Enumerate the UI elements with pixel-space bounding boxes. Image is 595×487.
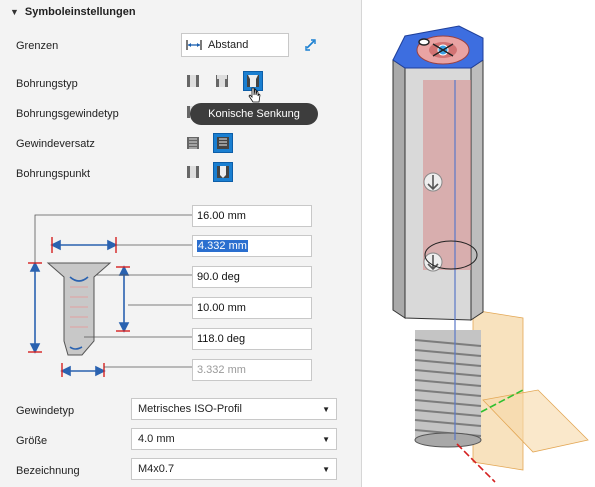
groesse-label: Größe	[16, 435, 48, 447]
countersink-hole-diagram	[28, 214, 193, 377]
thread-offset-icon	[217, 137, 229, 149]
counterbore-icon	[216, 75, 228, 87]
gewindetyp-value: Metrisches ISO-Profil	[138, 403, 242, 415]
direction-arrow-icon[interactable]	[423, 252, 443, 272]
chevron-down-icon: ▼	[322, 435, 330, 444]
grenzen-selector[interactable]: Abstand	[181, 33, 289, 57]
countersink-angle-input[interactable]: 90.0 deg	[192, 266, 312, 288]
angled-point-button[interactable]	[213, 162, 233, 182]
bezeichnung-value: M4x0.7	[138, 463, 175, 475]
distance-icon	[186, 40, 202, 50]
gewindetyp-label: Gewindetyp	[16, 405, 75, 417]
mouse-pointer-icon	[248, 87, 261, 103]
depth-input[interactable]: 16.00 mm	[192, 205, 312, 227]
drill-point-angle-input[interactable]: 118.0 deg	[192, 328, 312, 350]
3d-viewport[interactable]	[363, 0, 595, 487]
angled-point-icon	[217, 166, 229, 178]
bohrungstyp-label: Bohrungstyp	[16, 78, 78, 90]
chevron-down-icon: ▼	[322, 465, 330, 474]
tooltip: Konische Senkung	[190, 103, 318, 125]
section-header-symboleinstellungen[interactable]: ▼ Symboleinstellungen	[0, 0, 362, 24]
flip-direction-icon[interactable]	[304, 38, 318, 52]
bohrungsgewindetyp-label: Bohrungsgewindetyp	[16, 108, 119, 120]
countersink-diameter-input[interactable]: 4.332 mm	[192, 235, 312, 257]
collapse-triangle-icon[interactable]: ▼	[10, 7, 19, 17]
chevron-down-icon: ▼	[322, 405, 330, 414]
groesse-value: 4.0 mm	[138, 433, 175, 445]
thread-offset-button[interactable]	[213, 133, 233, 153]
bohrungspunkt-label: Bohrungspunkt	[16, 168, 90, 180]
grenzen-label: Grenzen	[16, 40, 59, 52]
thread-offset-none-button[interactable]	[183, 133, 203, 153]
hole-diameter-input: 3.332 mm	[192, 359, 312, 381]
simple-hole-button[interactable]	[183, 71, 203, 91]
section-title: Symboleinstellungen	[24, 6, 136, 18]
thread-depth-input[interactable]: 10.00 mm	[192, 297, 312, 319]
grenzen-value: Abstand	[208, 39, 249, 51]
standoff-model	[392, 25, 589, 483]
tooltip-text: Konische Senkung	[208, 108, 300, 120]
counterbore-button[interactable]	[212, 71, 232, 91]
simple-hole-icon	[187, 75, 199, 87]
gewindetyp-dropdown[interactable]: Metrisches ISO-Profil ▼	[131, 398, 337, 420]
groesse-dropdown[interactable]: 4.0 mm ▼	[131, 428, 337, 450]
flat-point-button[interactable]	[183, 162, 203, 182]
gewindeversatz-label: Gewindeversatz	[16, 138, 95, 150]
bezeichnung-label: Bezeichnung	[16, 465, 80, 477]
direction-arrow-icon[interactable]	[423, 172, 443, 192]
flat-point-icon	[187, 166, 199, 178]
thread-full-icon	[187, 137, 199, 149]
properties-panel: ▼ Symboleinstellungen Grenzen Abstand Bo…	[0, 0, 362, 487]
bezeichnung-dropdown[interactable]: M4x0.7 ▼	[131, 458, 337, 480]
